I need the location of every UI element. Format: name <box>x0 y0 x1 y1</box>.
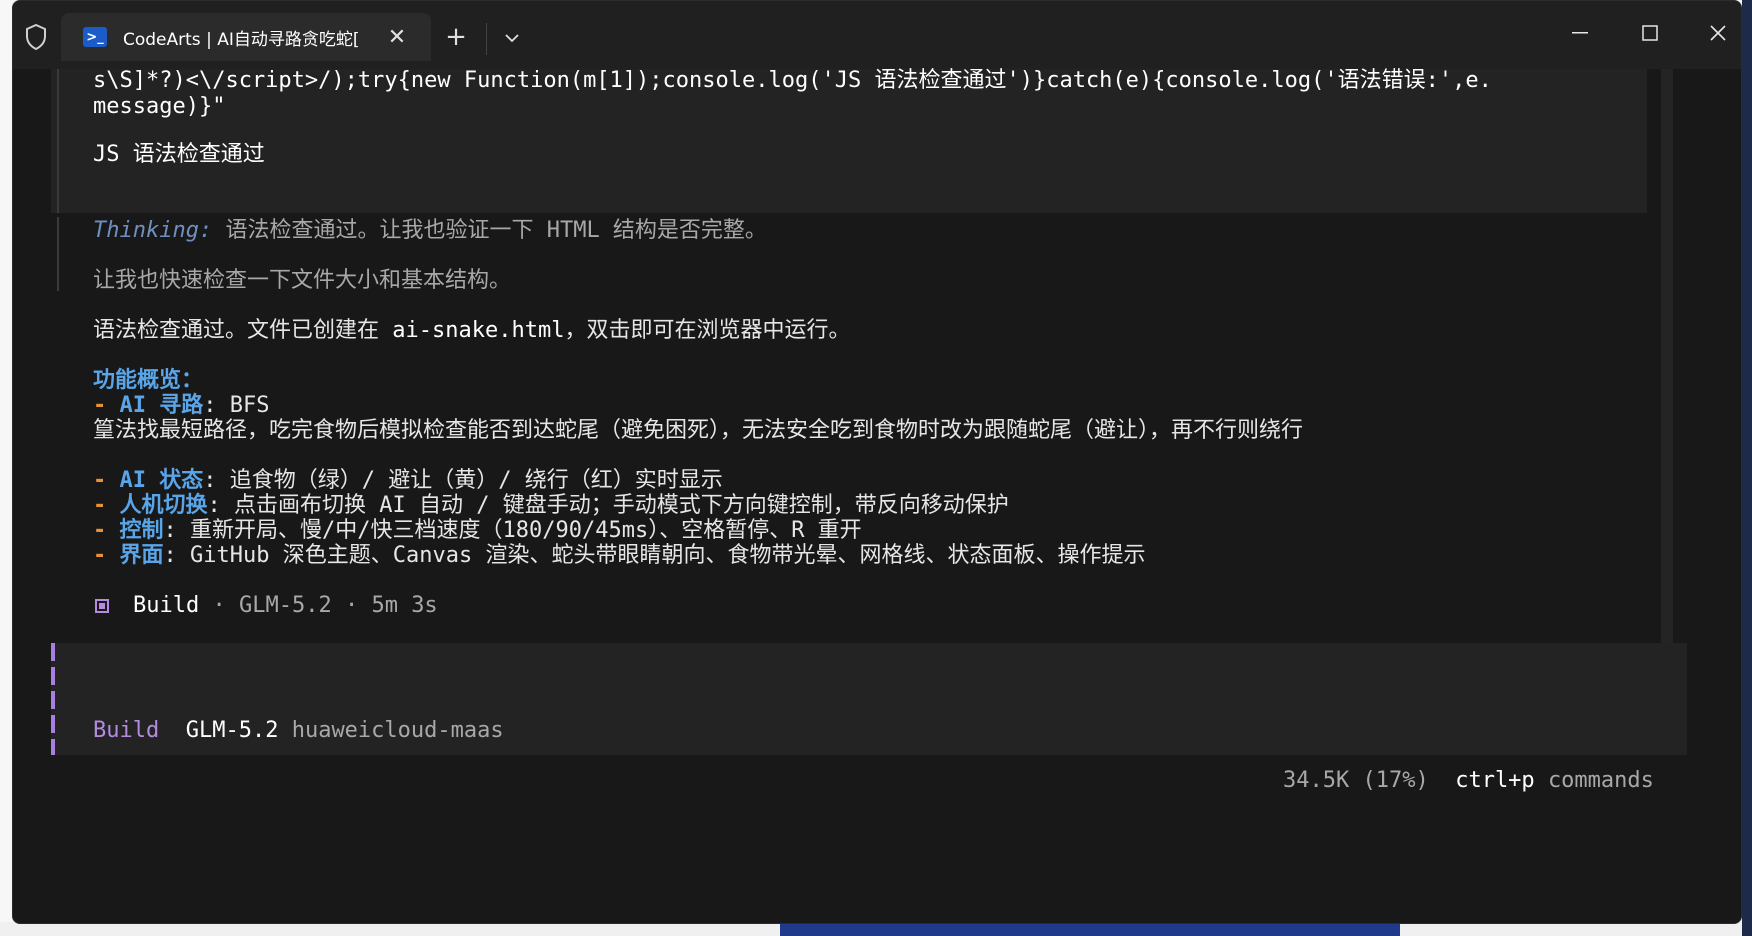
tab-close-icon[interactable]: ✕ <box>385 25 409 50</box>
code-line-1: s\S]*?)<\/script>/);try{new Function(m[1… <box>93 68 1492 93</box>
status-line: Build · GLM-5.2 · 5m 3s <box>133 592 438 620</box>
code-output: JS 语法检查通过 <box>93 142 265 167</box>
item-dash: - <box>93 543 120 568</box>
shield-icon[interactable] <box>23 23 49 51</box>
desktop-right-edge <box>1742 0 1752 936</box>
thinking-text: 语法检查通过。让我也验证一下 HTML 结构是否完整。 <box>212 218 767 243</box>
prompt-accent-bar <box>51 643 55 755</box>
summary-heading: 功能概览： <box>93 368 204 393</box>
item-text: : BFS <box>203 393 270 418</box>
token-usage: 34.5K (17%) <box>1283 768 1429 793</box>
close-button[interactable] <box>1695 15 1741 51</box>
powershell-icon: >_ <box>83 27 107 47</box>
maximize-button[interactable] <box>1627 15 1673 51</box>
item-text: : 追食物（绿）/ 避让（黄）/ 绕行（红）实时显示 <box>203 468 723 493</box>
item-label: 人机切换 <box>119 493 208 518</box>
status-duration: 5m 3s <box>371 593 438 618</box>
thinking-line: Thinking: 语法检查通过。让我也验证一下 HTML 结构是否完整。 <box>93 217 767 245</box>
item-text: : 点击画布切换 AI 自动 / 键盘手动；手动模式下方向键控制，带反向移动保护 <box>207 493 1009 518</box>
summary-item: - 控制: 重新开局、慢/中/快三档速度（180/90/45ms）、空格暂停、R… <box>93 517 862 545</box>
created-suffix: ，双击即可在浏览器中运行。 <box>564 318 851 343</box>
tab-divider <box>486 23 487 55</box>
minimize-button[interactable] <box>1557 15 1603 51</box>
created-line: 语法检查通过。文件已创建在 ai-snake.html，双击即可在浏览器中运行。 <box>93 317 850 345</box>
prompt-mode[interactable]: Build <box>93 718 159 743</box>
new-tab-button[interactable]: + <box>441 23 471 53</box>
thinking-line-2: 让我也快速检查一下文件大小和基本结构。 <box>93 268 512 293</box>
desktop-left-edge <box>0 0 12 936</box>
code-block-bar <box>57 69 59 213</box>
thinking-label: Thinking: <box>93 218 213 243</box>
summary-item: 篁法找最短路径，吃完食物后模拟检查能否到达蛇尾（避免困死），无法安全吃到食物时改… <box>93 417 1303 445</box>
title-bar: >_ CodeArts | AI自动寻路贪吃蛇[ ✕ + <box>13 1 1741 69</box>
item-dash: - <box>93 493 120 518</box>
summary-item: - AI 寻路: BFS <box>93 392 269 420</box>
item-label: 界面 <box>119 543 164 568</box>
status-model: GLM-5.2 <box>238 593 332 618</box>
summary-item: - 界面: GitHub 深色主题、Canvas 渲染、蛇头带眼睛朝向、食物带光… <box>93 542 1145 570</box>
footer-bar: 34.5K (17%) ctrl+p commands <box>1283 767 1654 795</box>
item-label: AI 状态 <box>119 468 204 493</box>
terminal-content[interactable]: s\S]*?)<\/script>/);try{new Function(m[1… <box>13 68 1741 923</box>
item-dash: - <box>93 518 120 543</box>
item-dash: - <box>93 393 120 418</box>
shortcut-key: ctrl+p <box>1455 768 1535 793</box>
item-label: AI 寻路 <box>119 393 204 418</box>
summary-item: - AI 状态: 追食物（绿）/ 避让（黄）/ 绕行（红）实时显示 <box>93 467 723 495</box>
item-text: 篁法找最短路径，吃完食物后模拟检查能否到达蛇尾（避免困死），无法安全吃到食物时改… <box>93 418 1304 443</box>
status-mode: Build <box>133 593 200 618</box>
desktop-wallpaper <box>780 924 1400 936</box>
item-label: 控制 <box>119 518 164 543</box>
commands-label[interactable]: commands <box>1548 768 1654 793</box>
tab-title: CodeArts | AI自动寻路贪吃蛇[ <box>123 29 360 50</box>
created-filename: ai-snake.html <box>392 318 565 343</box>
chevron-down-icon[interactable] <box>497 23 527 53</box>
tab-codearts[interactable]: >_ CodeArts | AI自动寻路贪吃蛇[ ✕ <box>61 13 431 61</box>
item-text: : 重新开局、慢/中/快三档速度（180/90/45ms）、空格暂停、R 重开 <box>163 518 862 543</box>
created-prefix: 语法检查通过。文件已创建在 <box>93 318 393 343</box>
prompt-model[interactable]: GLM-5.2 <box>186 718 279 743</box>
status-sep: · <box>331 593 372 618</box>
code-line-2: message)}" <box>93 94 226 119</box>
prompt-provider: huaweicloud-maas <box>291 718 504 743</box>
thinking-bar <box>57 217 59 291</box>
scrollbar-track[interactable] <box>1661 69 1673 685</box>
item-text: : GitHub 深色主题、Canvas 渲染、蛇头带眼睛朝向、食物带光晕、网格… <box>163 543 1146 568</box>
prompt-meta: Build GLM-5.2 huaweicloud-maas <box>93 717 504 745</box>
terminal-window: >_ CodeArts | AI自动寻路贪吃蛇[ ✕ + s\S]*?)<\/s… <box>12 0 1742 924</box>
build-icon <box>95 599 109 613</box>
item-dash: - <box>93 468 120 493</box>
status-sep: · <box>199 593 239 618</box>
summary-item: - 人机切换: 点击画布切换 AI 自动 / 键盘手动；手动模式下方向键控制，带… <box>93 492 1009 520</box>
